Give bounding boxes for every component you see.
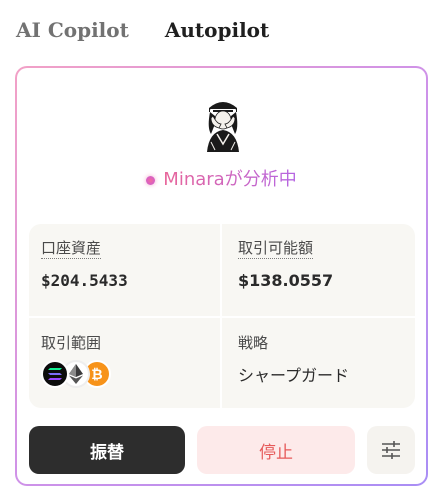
trading-scope-label: 取引範囲 (41, 334, 102, 352)
account-assets-value: $204.5433 (41, 271, 128, 290)
account-assets-cell: 口座資産 $204.5433 (29, 224, 222, 318)
tab-ai-copilot[interactable]: AI Copilot (16, 16, 129, 44)
svg-text:₿: ₿ (91, 367, 102, 382)
strategy-label: 戦略 (238, 334, 269, 352)
stop-button[interactable]: 停止 (197, 426, 355, 474)
mode-tabs: AI Copilot Autopilot (16, 16, 269, 44)
autopilot-card-border: Minaraが分析中 口座資産 $204.5433 取引可能額 $138.055… (15, 66, 428, 486)
strategy-value: シャープガード (238, 366, 350, 385)
strategy-cell: 戦略 シャープガード (222, 318, 415, 408)
transfer-button[interactable]: 振替 (29, 426, 185, 474)
stats-grid: 口座資産 $204.5433 取引可能額 $138.0557 取引範囲 ₿ 戦略… (29, 224, 415, 408)
autopilot-card: Minaraが分析中 口座資産 $204.5433 取引可能額 $138.055… (17, 68, 426, 484)
status-text: Minaraが分析中 (163, 169, 297, 190)
trading-scope-cell: 取引範囲 ₿ (29, 318, 222, 408)
coin-list[interactable]: ₿ (41, 360, 208, 388)
account-assets-label[interactable]: 口座資産 (41, 238, 102, 259)
solana-icon (41, 360, 69, 388)
sliders-icon (382, 441, 400, 459)
analysis-status: Minaraが分析中 (17, 168, 426, 192)
tradable-amount-value: $138.0557 (238, 271, 334, 290)
settings-button[interactable] (367, 426, 415, 474)
tradable-amount-label[interactable]: 取引可能額 (238, 238, 314, 259)
minara-avatar (207, 102, 239, 152)
tradable-amount-cell: 取引可能額 $138.0557 (222, 224, 415, 318)
tab-autopilot[interactable]: Autopilot (165, 16, 269, 44)
status-dot-icon (146, 175, 156, 185)
